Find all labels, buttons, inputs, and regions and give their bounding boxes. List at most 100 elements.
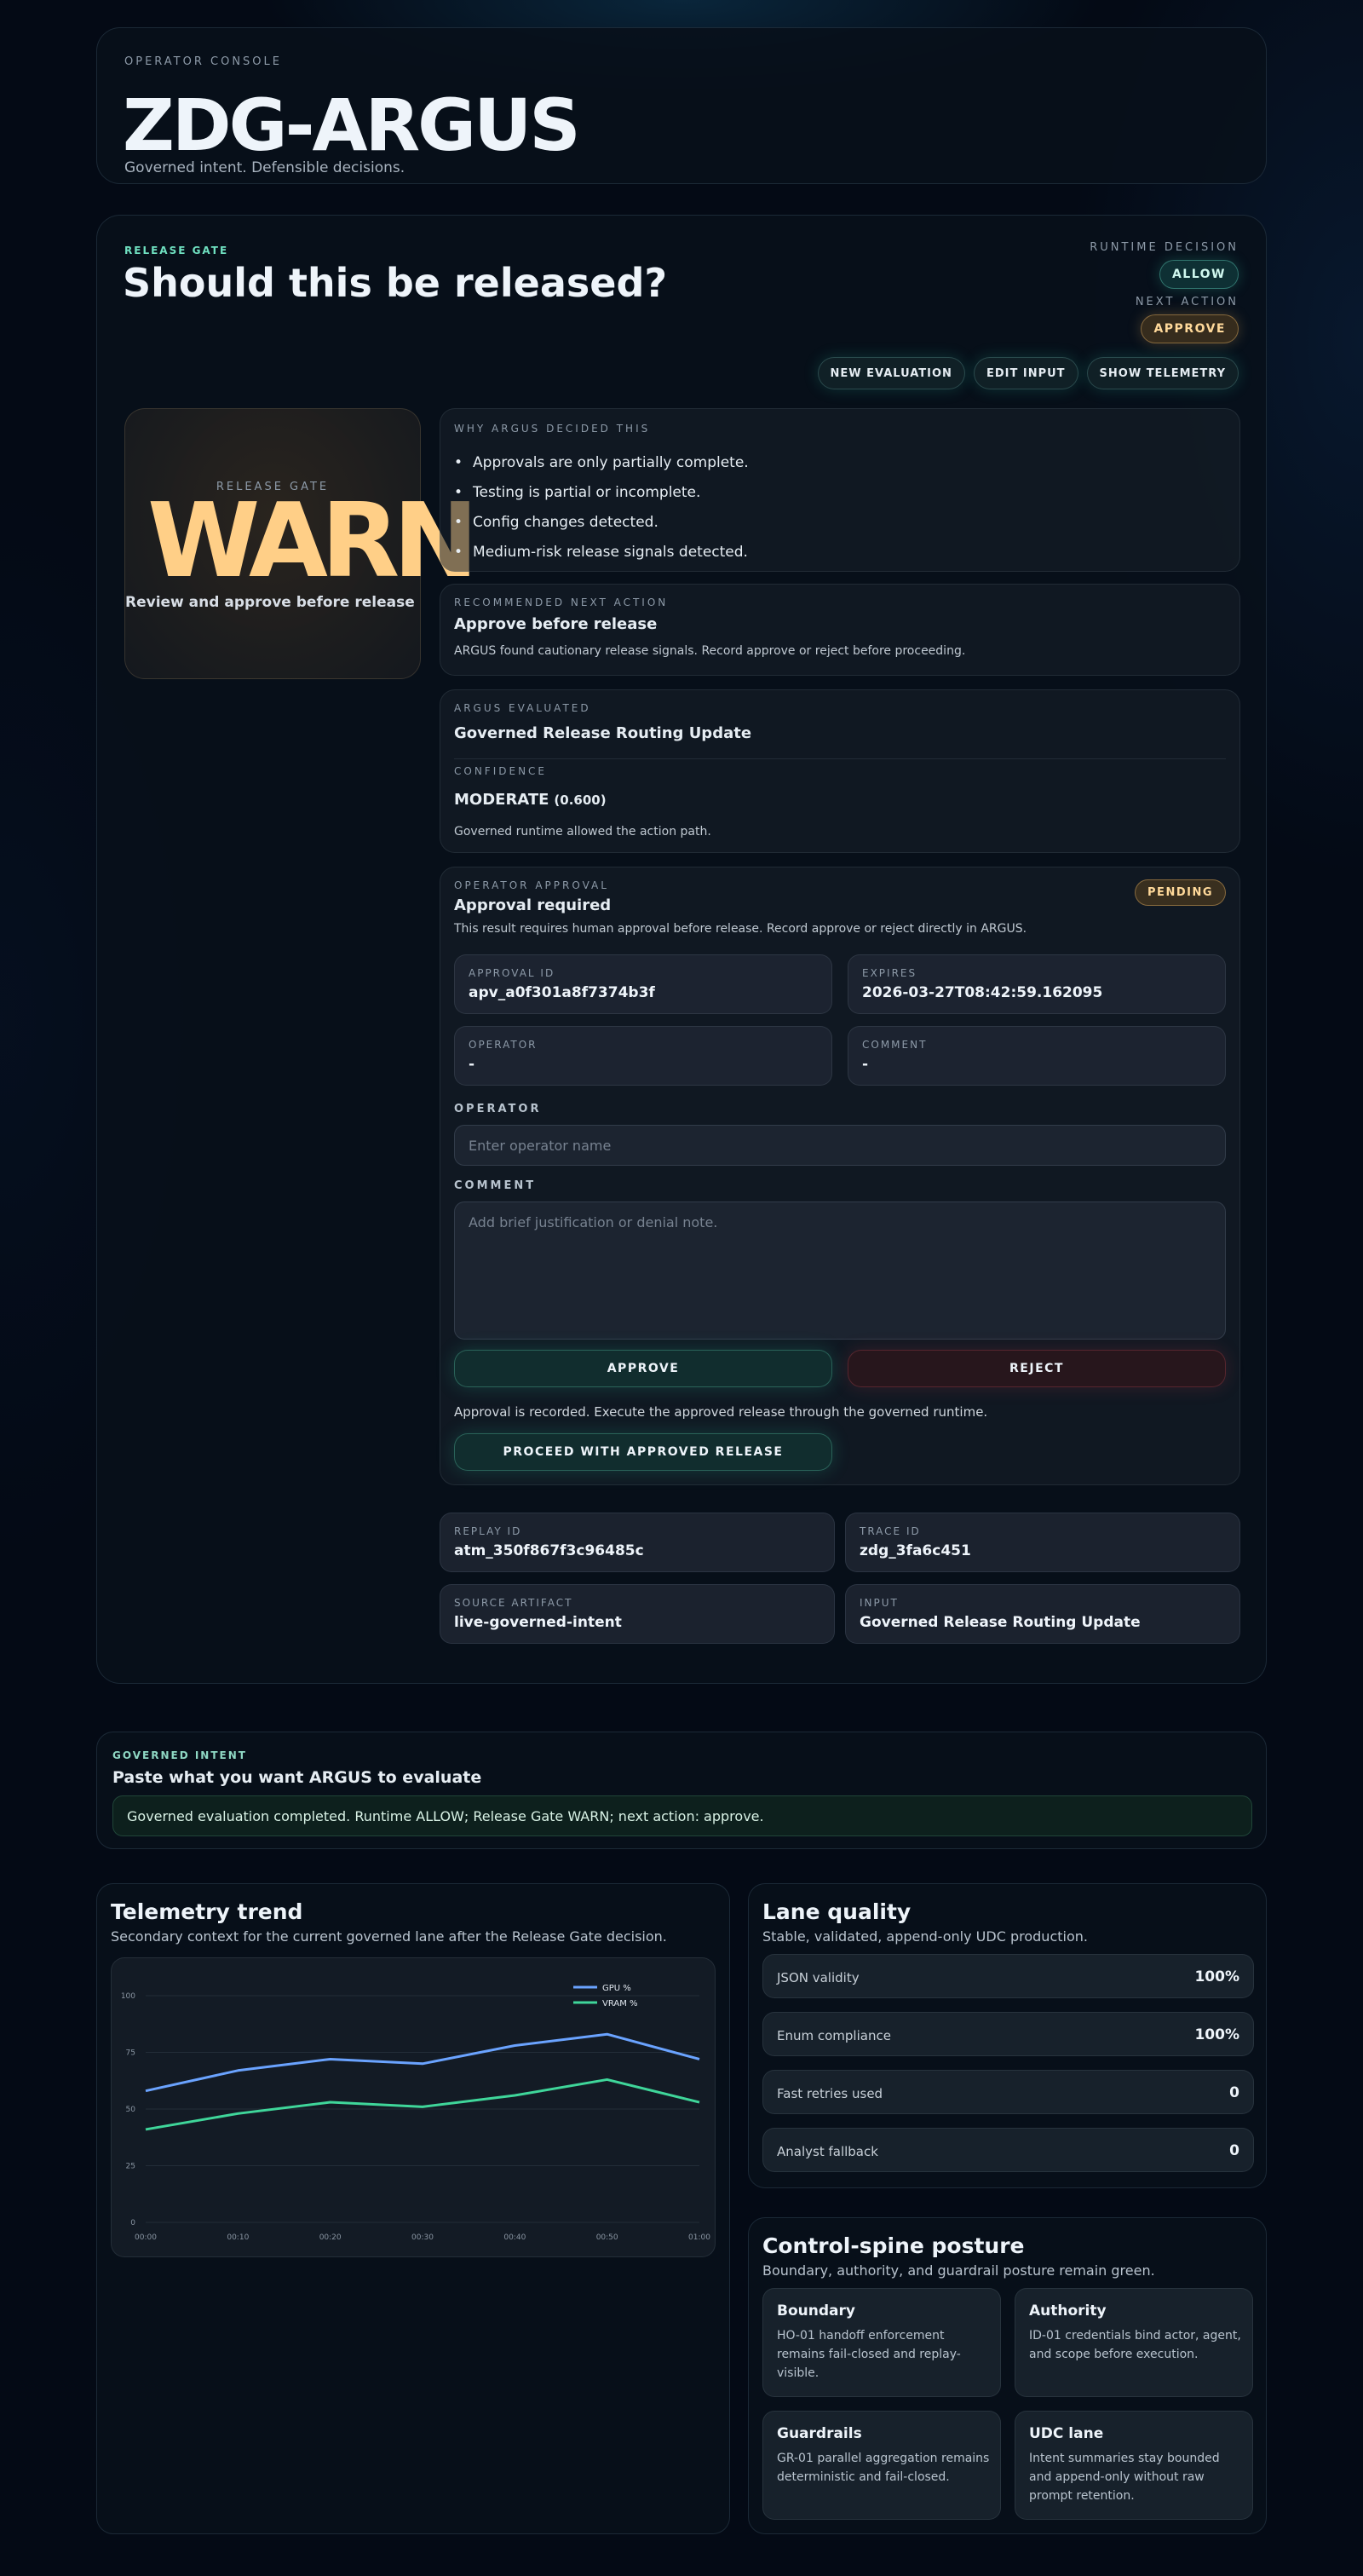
trace-id-label: TRACE ID (860, 1525, 921, 1537)
why-item: Medium-risk release signals detected. (454, 538, 749, 568)
evaluated-panel: ARGUS EVALUATED Governed Release Routing… (440, 689, 1240, 853)
replay-id-card: REPLAY ID atm_350f867f3c96485c (440, 1513, 835, 1572)
divider (454, 758, 1226, 759)
approval-desc: This result requires human approval befo… (454, 922, 1027, 936)
governed-intent-card: GOVERNED INTENT Paste what you want ARGU… (96, 1732, 1267, 1849)
approval-id-value: apv_a0f301a8f7374b3f (469, 984, 655, 1001)
replay-id-value: atm_350f867f3c96485c (454, 1542, 644, 1559)
approval-id-card: APPROVAL ID apv_a0f301a8f7374b3f (454, 954, 832, 1014)
eval-label: ARGUS EVALUATED (454, 702, 591, 714)
rec-label: RECOMMENDED NEXT ACTION (454, 596, 669, 608)
lane-quality-card: Lane quality Stable, validated, append-o… (748, 1883, 1267, 2188)
confidence-level: MODERATE (454, 791, 549, 809)
gate-verdict: WARN (147, 482, 479, 601)
console-kicker: OPERATOR CONSOLE (124, 55, 282, 68)
y-tick-label: 75 (126, 2049, 135, 2058)
x-tick-label: 00:10 (227, 2233, 249, 2242)
intent-title: Paste what you want ARGUS to evaluate (112, 1768, 482, 1787)
next-action-label: NEXT ACTION (1135, 296, 1239, 308)
why-item: Testing is partial or incomplete. (454, 478, 749, 508)
y-tick-label: 50 (126, 2106, 136, 2114)
approve-button[interactable]: APPROVE (454, 1350, 832, 1387)
metric-value: 100% (1194, 2026, 1239, 2043)
spine-title: Control-spine posture (762, 2233, 1025, 2258)
x-tick-label: 00:40 (503, 2233, 526, 2242)
operator-card: OPERATOR - (454, 1026, 832, 1086)
brand-title: ZDG-ARGUS (123, 84, 581, 167)
metric-row: Fast retries used 0 (762, 2070, 1254, 2114)
expires-card: EXPIRES 2026-03-27T08:42:59.162095 (848, 954, 1226, 1014)
intent-status-message: Governed evaluation completed. Runtime A… (112, 1795, 1252, 1836)
metric-label: Enum compliance (777, 2028, 891, 2043)
source-artifact-value: live-governed-intent (454, 1614, 622, 1631)
next-action-badge: APPROVE (1141, 314, 1239, 343)
approval-note: Approval is recorded. Execute the approv… (454, 1404, 988, 1420)
metric-value: 0 (1229, 2084, 1239, 2101)
release-toolbar: NEW EVALUATION EDIT INPUT SHOW TELEMETRY (817, 357, 1239, 389)
tile-desc: Intent summaries stay bounded and append… (1029, 2452, 1220, 2503)
metric-row: Enum compliance 100% (762, 2012, 1254, 2056)
expires-label: EXPIRES (862, 967, 917, 979)
tile-desc: HO-01 handoff enforcement remains fail-c… (777, 2329, 961, 2380)
metric-label: Fast retries used (777, 2086, 883, 2101)
tile-title: Boundary (777, 2302, 855, 2320)
reject-button[interactable]: REJECT (848, 1350, 1226, 1387)
header-card: OPERATOR CONSOLE ZDG-ARGUS Governed inte… (96, 27, 1267, 184)
telemetry-title: Telemetry trend (111, 1899, 303, 1924)
comment-value: - (862, 1056, 869, 1073)
runtime-decision-label: RUNTIME DECISION (1090, 241, 1239, 254)
operator-approval-panel: OPERATOR APPROVAL Approval required This… (440, 867, 1240, 1485)
intent-kicker: GOVERNED INTENT (112, 1749, 247, 1761)
approval-id-label: APPROVAL ID (469, 967, 555, 979)
metric-label: Analyst fallback (777, 2144, 878, 2159)
source-artifact-card: SOURCE ARTIFACT live-governed-intent (440, 1584, 835, 1644)
y-tick-label: 0 (130, 2219, 135, 2227)
release-kicker: RELEASE GATE (124, 245, 229, 256)
x-tick-label: 01:00 (688, 2233, 710, 2242)
input-label: INPUT (860, 1597, 899, 1609)
comment-label: COMMENT (862, 1039, 928, 1051)
posture-tile-udc-lane: UDC lane Intent summaries stay bounded a… (1015, 2411, 1253, 2520)
operator-field-label: OPERATOR (454, 1103, 542, 1115)
comment-field-label: COMMENT (454, 1179, 537, 1192)
spine-subtitle: Boundary, authority, and guardrail postu… (762, 2262, 1155, 2279)
telemetry-chart-svg: 0 25 50 75 100 00:00 00:10 00:20 00:30 00:40 00:50… (121, 1984, 710, 2242)
telemetry-subtitle: Secondary context for the current govern… (111, 1928, 667, 1945)
why-label: WHY ARGUS DECIDED THIS (454, 423, 651, 435)
operator-value: - (469, 1056, 475, 1073)
control-spine-card: Control-spine posture Boundary, authorit… (748, 2217, 1267, 2534)
posture-tile-guardrails: Guardrails GR-01 parallel aggregation re… (762, 2411, 1001, 2520)
x-tick-label: 00:30 (411, 2233, 434, 2242)
metric-value: 100% (1194, 1968, 1239, 1985)
show-telemetry-button[interactable]: SHOW TELEMETRY (1086, 357, 1239, 389)
operator-name-input[interactable] (454, 1125, 1226, 1166)
tile-title: Guardrails (777, 2425, 862, 2442)
tile-title: UDC lane (1029, 2425, 1104, 2442)
proceed-release-button[interactable]: PROCEED WITH APPROVED RELEASE (454, 1433, 832, 1471)
metric-value: 0 (1229, 2142, 1239, 2159)
series-line-vram (145, 2078, 700, 2131)
metric-label: JSON validity (777, 1970, 860, 1985)
approval-label: OPERATOR APPROVAL (454, 879, 609, 891)
approval-title: Approval required (454, 896, 612, 914)
input-value: Governed Release Routing Update (860, 1614, 1141, 1631)
lane-subtitle: Stable, validated, append-only UDC produ… (762, 1928, 1088, 1945)
y-tick-label: 25 (126, 2163, 135, 2171)
new-evaluation-button[interactable]: NEW EVALUATION (817, 357, 965, 389)
edit-input-button[interactable]: EDIT INPUT (973, 357, 1078, 389)
tile-title: Authority (1029, 2302, 1107, 2320)
confidence-desc: Governed runtime allowed the action path… (454, 825, 711, 838)
y-tick-label: 100 (121, 1992, 135, 2001)
why-item: Config changes detected. (454, 508, 749, 538)
confidence-score: (0.600) (554, 792, 607, 808)
trace-id-value: zdg_3fa6c451 (860, 1542, 971, 1559)
trace-id-card: TRACE ID zdg_3fa6c451 (845, 1513, 1240, 1572)
approval-status-badge: PENDING (1135, 879, 1226, 906)
comment-textarea[interactable] (454, 1202, 1226, 1340)
lane-title: Lane quality (762, 1899, 912, 1924)
tile-desc: GR-01 parallel aggregation remains deter… (777, 2452, 990, 2484)
metric-row: JSON validity 100% (762, 1954, 1254, 1998)
x-tick-label: 00:50 (596, 2233, 618, 2242)
posture-tile-boundary: Boundary HO-01 handoff enforcement remai… (762, 2288, 1001, 2397)
replay-id-label: REPLAY ID (454, 1525, 522, 1537)
